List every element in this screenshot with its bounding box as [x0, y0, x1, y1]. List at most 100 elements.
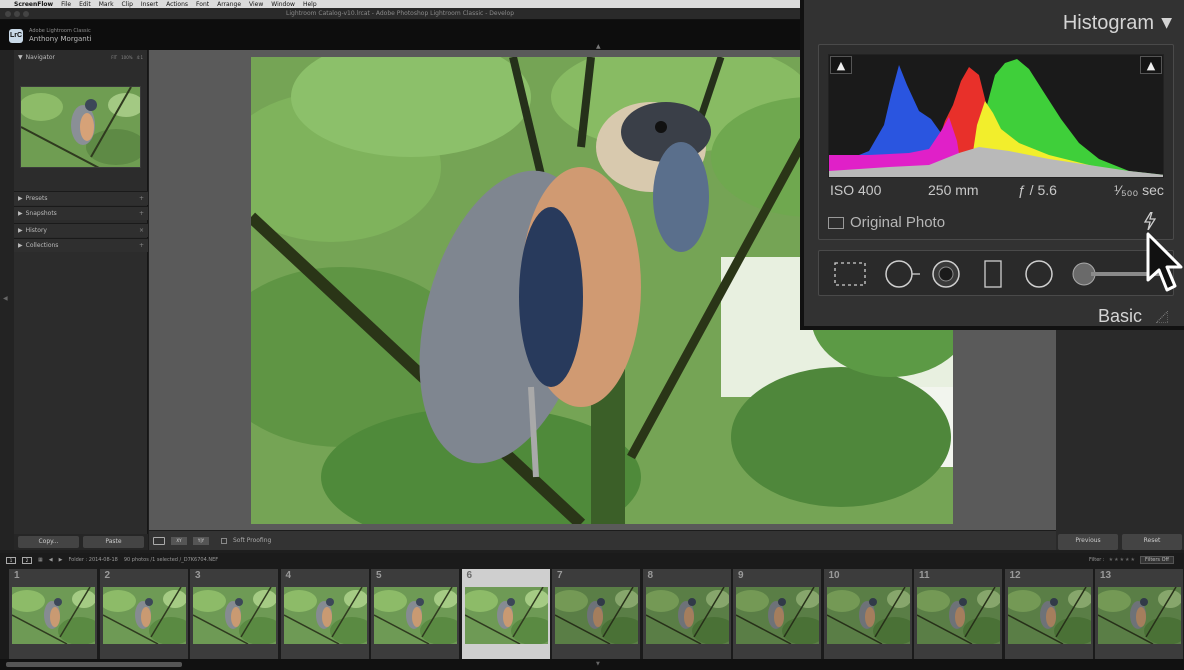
aperture-value: ƒ / 5.6	[1018, 182, 1057, 198]
basic-panel-collapse-icon[interactable]	[1156, 311, 1168, 323]
collapse-top-panel-icon[interactable]: ▲	[596, 43, 601, 50]
history-section[interactable]: ▶ History ×	[14, 223, 148, 237]
soft-proofing-checkbox[interactable]	[221, 537, 227, 544]
thumbnail-image	[464, 587, 548, 644]
basic-panel-title[interactable]: Basic	[1098, 306, 1142, 326]
thumbnail-image	[917, 587, 1000, 644]
disclosure-triangle-icon: ▼	[18, 53, 23, 61]
snapshots-label: Snapshots	[25, 210, 57, 217]
window-title: Lightroom Catalog-v10.lrcat - Adobe Phot…	[286, 10, 514, 17]
menu-item-file[interactable]: File	[61, 1, 71, 8]
filmstrip-thumbnail[interactable]: 4	[280, 569, 370, 659]
original-photo-toggle[interactable]: Original Photo	[828, 214, 945, 231]
presets-label: Presets	[25, 195, 48, 202]
previous-button[interactable]: Previous	[1058, 534, 1118, 550]
navigator-header[interactable]: ▼ Navigator FIT 100% 4:1	[14, 50, 147, 64]
spot-removal-icon[interactable]	[885, 260, 920, 288]
filmstrip-thumbnail[interactable]: 10	[823, 569, 913, 659]
red-eye-icon[interactable]	[932, 260, 960, 288]
thumbnail-index: 7	[557, 570, 563, 581]
soft-proofing-label: Soft Proofing	[233, 537, 272, 544]
menu-item-clip[interactable]: Clip	[122, 1, 133, 8]
nav-forward-icon[interactable]: ▶	[59, 557, 63, 563]
graduated-filter-icon[interactable]	[984, 260, 1002, 288]
filmstrip-thumbnail[interactable]: 8	[642, 569, 732, 659]
filmstrip-thumbnail[interactable]: 1	[9, 569, 98, 659]
collections-label: Collections	[25, 242, 59, 249]
smart-preview-bolt-icon[interactable]	[1144, 212, 1156, 230]
disclosure-triangle-icon: ▶	[18, 210, 23, 217]
filmstrip-scroll-thumb[interactable]	[6, 662, 182, 667]
filmstrip-thumbnail[interactable]: 3	[190, 569, 279, 659]
menu-item-view[interactable]: View	[249, 1, 263, 8]
thumbnail-index: 5	[376, 570, 382, 581]
menu-item-actions[interactable]: Actions	[166, 1, 188, 8]
nav-back-icon[interactable]: ◀	[49, 557, 53, 563]
zoom-fit-option[interactable]: FIT	[111, 55, 117, 60]
history-label: History	[25, 227, 47, 234]
collapse-left-icon[interactable]: ◀	[3, 295, 8, 302]
add-preset-icon[interactable]: +	[139, 195, 144, 202]
menu-item-insert[interactable]: Insert	[141, 1, 158, 8]
filmstrip-filter-area: Filter : ★★★★★ Filters Off	[1089, 556, 1174, 564]
radial-filter-icon[interactable]	[1025, 260, 1053, 288]
thumbnail-image	[645, 587, 729, 644]
monitor-2-icon[interactable]: 2	[22, 556, 32, 564]
filmstrip-thumbnail[interactable]: 9	[733, 569, 822, 659]
grid-view-icon[interactable]: ▦	[38, 557, 43, 563]
menu-item-arrange[interactable]: Arrange	[217, 1, 241, 8]
collapse-filmstrip-icon[interactable]: ▼	[596, 661, 600, 667]
thumbnail-image	[283, 587, 367, 644]
histogram-graph[interactable]	[828, 54, 1164, 178]
filmstrip-thumbnail[interactable]: 2	[99, 569, 189, 659]
collections-section[interactable]: ▶ Collections +	[14, 238, 148, 252]
menu-app-name[interactable]: ScreenFlow	[14, 1, 53, 8]
thumbnail-image	[736, 587, 819, 644]
zoom-100-option[interactable]: 100%	[121, 55, 132, 60]
thumbnail-image	[1007, 587, 1091, 644]
filmstrip-thumbnail[interactable]: 5	[371, 569, 460, 659]
snapshots-section[interactable]: ▶ Snapshots +	[14, 206, 148, 220]
histogram-collapse-icon[interactable]: ▼	[1161, 15, 1172, 31]
navigator-preview-image	[21, 87, 140, 167]
copy-button[interactable]: Copy...	[18, 536, 79, 548]
clear-history-icon[interactable]: ×	[139, 227, 144, 234]
filmstrip-scrollbar[interactable]: ▼	[0, 659, 1184, 670]
loupe-view-icon[interactable]	[153, 536, 165, 545]
zoom-4to1-option[interactable]: 4:1	[137, 55, 143, 60]
presets-section[interactable]: ▶ Presets +	[14, 191, 148, 205]
filmstrip-thumbnail[interactable]: 12	[1004, 569, 1094, 659]
rating-filter-stars[interactable]: ★★★★★	[1109, 557, 1136, 563]
filmstrip-thumbnail[interactable]: 11	[914, 569, 1003, 659]
navigator-preview[interactable]	[20, 86, 141, 168]
highlight-clipping-toggle[interactable]: ▲	[1140, 56, 1162, 74]
histogram-title[interactable]: Histogram	[1063, 12, 1154, 35]
menu-item-edit[interactable]: Edit	[79, 1, 91, 8]
filmstrip-thumbnail[interactable]: 7	[552, 569, 641, 659]
filters-off-dropdown[interactable]: Filters Off	[1140, 556, 1174, 564]
menu-item-window[interactable]: Window	[271, 1, 295, 8]
menu-item-mark[interactable]: Mark	[99, 1, 114, 8]
reset-button[interactable]: Reset	[1122, 534, 1182, 550]
filmstrip-count[interactable]: 90 photos /1 selected /_D7K6704.NEF	[124, 557, 218, 563]
menu-item-font[interactable]: Font	[196, 1, 209, 8]
original-photo-checkbox[interactable]	[828, 216, 844, 229]
add-collection-icon[interactable]: +	[139, 242, 144, 249]
monitor-1-icon[interactable]: 1	[6, 556, 16, 564]
filmstrip-thumbnail[interactable]: 13	[1095, 569, 1184, 659]
identity-text: Adobe Lightroom Classic Anthony Morganti	[29, 28, 91, 43]
thumbnail-index: 8	[647, 570, 654, 581]
view-toolbar: XY Y|Y Soft Proofing	[149, 530, 1056, 550]
thumbnail-image	[555, 587, 638, 644]
compare-view-button[interactable]: XY	[171, 536, 187, 545]
filmstrip-folder-path[interactable]: Folder : 2014-08-18	[68, 557, 117, 563]
shadow-clipping-toggle[interactable]: ▲	[830, 56, 852, 74]
original-photo-label: Original Photo	[850, 214, 946, 231]
left-panel-edge[interactable]: ◀	[0, 50, 14, 550]
menu-item-help[interactable]: Help	[303, 1, 317, 8]
paste-button[interactable]: Paste	[83, 536, 144, 548]
filmstrip-thumbnail[interactable]: 6	[461, 569, 551, 659]
add-snapshot-icon[interactable]: +	[139, 210, 144, 217]
survey-view-button[interactable]: Y|Y	[193, 536, 209, 545]
crop-overlay-icon[interactable]	[834, 262, 866, 286]
